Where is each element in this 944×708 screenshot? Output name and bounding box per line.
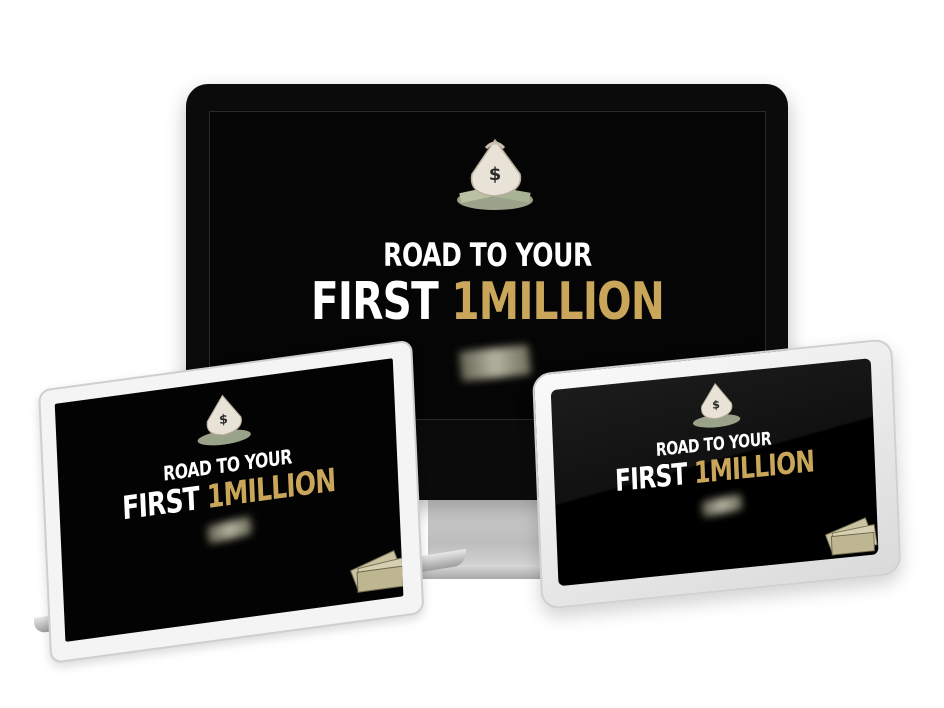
title-million: 1MILLION: [451, 272, 664, 332]
title-first: FIRST: [614, 456, 688, 500]
money-bag-icon: $: [692, 382, 741, 428]
tablet-screen: $ ROAD TO YOUR FIRST 1MILLION: [550, 358, 879, 587]
svg-text:$: $: [219, 411, 228, 427]
cash-stack-icon: [350, 549, 404, 593]
blurred-cash-icon: [701, 493, 743, 518]
title-line-2: FIRST 1MILLION: [271, 272, 704, 332]
laptop-screen: $ ROAD TO YOUR FIRST 1MILLION: [54, 358, 404, 642]
title-line-1: ROAD TO YOUR: [383, 236, 592, 274]
laptop: $ ROAD TO YOUR FIRST 1MILLION: [34, 332, 468, 664]
blurred-cash-icon: [206, 516, 253, 545]
svg-text:$: $: [712, 398, 720, 412]
cash-stack-icon: [824, 517, 878, 556]
money-bag-icon: $: [197, 394, 251, 446]
money-bag-icon: $: [457, 138, 533, 210]
tablet: $ ROAD TO YOUR FIRST 1MILLION: [532, 336, 912, 636]
tablet-frame: $ ROAD TO YOUR FIRST 1MILLION: [532, 338, 902, 610]
laptop-lid: $ ROAD TO YOUR FIRST 1MILLION: [38, 339, 425, 664]
svg-text:$: $: [489, 164, 502, 185]
blurred-cash-icon: [458, 344, 532, 382]
title-first: FIRST: [310, 272, 439, 332]
